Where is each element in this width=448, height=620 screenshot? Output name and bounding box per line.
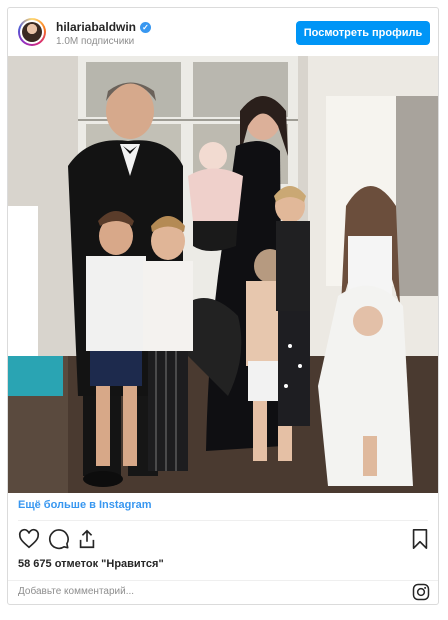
divider [8,580,438,581]
instagram-embed-card: hilariabaldwin ✓ 1.0M подписчики Посмотре… [7,7,439,605]
follower-count: 1.0M подписчики [56,36,135,47]
divider [18,520,428,521]
instagram-icon[interactable] [412,583,430,601]
post-photo[interactable] [8,56,438,493]
more-on-instagram-link[interactable]: Ещё больше в Instagram [18,499,152,511]
comment-icon[interactable] [48,528,70,550]
username-row[interactable]: hilariabaldwin ✓ [56,20,152,34]
verified-badge-icon: ✓ [140,22,152,34]
avatar-image [22,22,42,42]
add-comment-placeholder[interactable]: Добавьте комментарий... [18,586,134,597]
post-header: hilariabaldwin ✓ 1.0M подписчики Посмотре… [8,8,438,56]
heart-icon[interactable] [18,528,40,550]
avatar-inner [20,20,44,44]
avatar[interactable] [18,18,46,46]
username[interactable]: hilariabaldwin [56,20,136,34]
view-profile-button[interactable]: Посмотреть профиль [296,21,430,45]
action-bar [8,526,438,556]
likes-count: 58 675 отметок "Нравится" [18,558,164,570]
bookmark-icon[interactable] [410,528,430,550]
family-photo-image [8,56,438,493]
share-icon[interactable] [76,528,98,550]
